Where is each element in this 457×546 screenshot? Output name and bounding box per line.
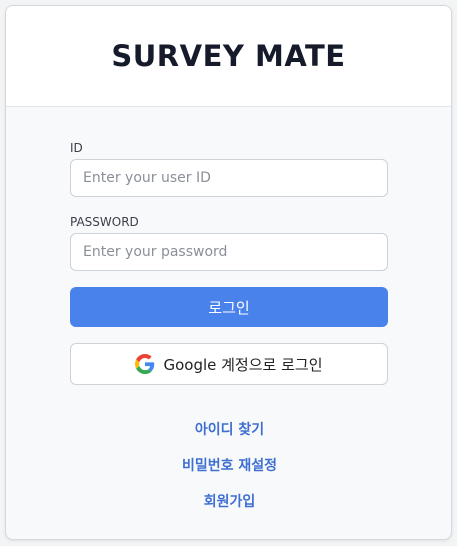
google-login-button[interactable]: Google 계정으로 로그인 <box>70 343 388 385</box>
signup-link[interactable]: 회원가입 <box>6 491 451 511</box>
find-id-link[interactable]: 아이디 찾기 <box>6 419 451 439</box>
password-input[interactable] <box>70 233 388 271</box>
app-title: SURVEY MATE <box>111 39 346 73</box>
card-header: SURVEY MATE <box>6 6 451 107</box>
user-id-input[interactable] <box>70 159 388 197</box>
password-label: PASSWORD <box>70 215 139 229</box>
id-label: ID <box>70 141 83 155</box>
google-icon <box>135 354 155 374</box>
reset-password-link[interactable]: 비밀번호 재설정 <box>6 455 451 475</box>
login-button[interactable]: 로그인 <box>70 287 388 327</box>
login-card: SURVEY MATE ID PASSWORD 로그인 Google 계정으로 … <box>5 5 452 540</box>
google-login-label: Google 계정으로 로그인 <box>163 355 323 374</box>
